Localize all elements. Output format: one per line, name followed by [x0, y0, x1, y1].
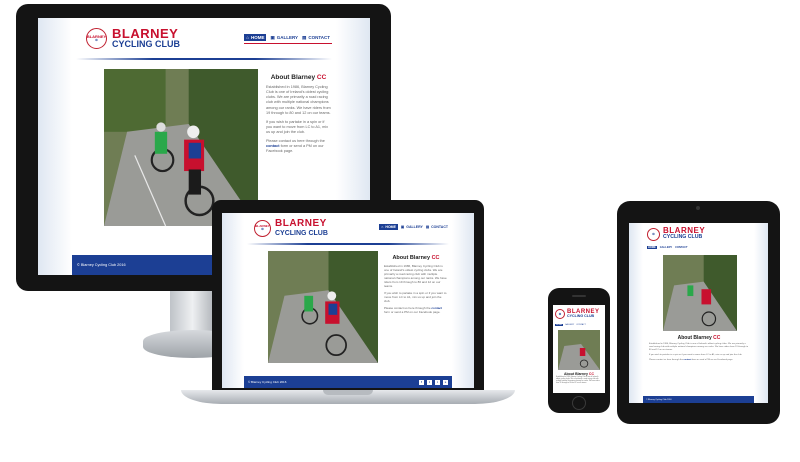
nav-contact[interactable]: ▤ CONTACT [426, 225, 448, 229]
strava-icon[interactable]: s [443, 379, 448, 385]
nav-home[interactable]: HOME [555, 324, 563, 326]
main-nav: ⌂ HOME ▣ GALLERY ▤ CONTACT [379, 224, 448, 230]
site-header: ⚙ BLARNEY CYCLING CLUB [643, 223, 754, 245]
footer-social: f t i s [419, 379, 448, 385]
phone-site-screen: ⚙ BLARNEY CYCLING CLUB HOME GALLERY CONT… [553, 305, 605, 393]
site-footer: © Blarney Cycling Club 2016 f t i s [244, 376, 452, 388]
footer-copyright: © Blarney Cycling Club 2016 [646, 398, 672, 401]
club-title-line2: CYCLING CLUB [567, 314, 595, 319]
club-title[interactable]: BLARNEY CYCLING CLUB [663, 227, 705, 241]
about-para-3: Please contact us here through the conta… [384, 306, 443, 315]
laptop-site-screen: BLARNEY ⚙ BLARNEY CYCLING CLUB ⌂ HOME ▣ … [222, 213, 474, 388]
laptop-notch [323, 390, 373, 395]
header-rule [247, 243, 449, 245]
about-para-1: Established in 1986, Blarney Cycling Clu… [266, 85, 331, 115]
club-title[interactable]: BLARNEY CYCLING CLUB [567, 309, 600, 319]
phone-speaker [572, 295, 586, 297]
club-logo[interactable]: BLARNEY ⚙ [86, 27, 107, 49]
about-section: About Blarney CC Established in 1986, Bl… [556, 372, 602, 386]
club-title[interactable]: BLARNEY CYCLING CLUB [275, 218, 328, 237]
main-nav: ⌂ HOME ▣ GALLERY ▤ CONTACT [244, 34, 330, 41]
header-rule [76, 58, 332, 60]
about-para-1: Established in 1986, Blarney Cycling Clu… [384, 264, 447, 289]
right-gutter [452, 213, 474, 388]
cyclists-photo [663, 255, 737, 331]
club-title[interactable]: BLARNEY CYCLING CLUB [112, 27, 180, 49]
about-para-3: Please contact us here through the conta… [266, 139, 325, 154]
site-header: BLARNEY ⚙ BLARNEY CYCLING CLUB ⌂ HOME ▣ … [72, 18, 336, 58]
about-para-2: If you wish to partake in a spin or if y… [384, 291, 447, 304]
nav-home[interactable]: HOME [647, 246, 657, 249]
club-logo[interactable]: ⚙ [647, 227, 660, 241]
tablet-camera [696, 206, 700, 210]
smartphone: ⚙ BLARNEY CYCLING CLUB HOME GALLERY CONT… [548, 288, 610, 413]
about-section: About Blarney CC Established in 1986, Bl… [266, 74, 331, 155]
club-title-line1: BLARNEY [275, 218, 327, 230]
site-header: BLARNEY ⚙ BLARNEY CYCLING CLUB ⌂ HOME ▣ … [244, 213, 452, 243]
main-nav: HOME GALLERY CONTACT [643, 245, 754, 250]
nav-gallery[interactable]: ▣ GALLERY [401, 225, 423, 229]
cyclists-photo-art [558, 330, 600, 370]
phone-home-button [572, 396, 586, 410]
nav-contact[interactable]: ▤ CONTACT [302, 35, 330, 41]
about-para-1: Established in 1986, Blarney Cycling Clu… [556, 377, 600, 385]
about-heading: About Blarney CC [677, 335, 721, 341]
nav-home[interactable]: ⌂ HOME [244, 34, 267, 41]
about-para-3: Please contact us here through the conta… [649, 358, 734, 361]
tablet-site-screen: ⚙ BLARNEY CYCLING CLUB HOME GALLERY CONT… [629, 223, 768, 403]
about-section: About Blarney CC Established in 1986, Bl… [384, 255, 448, 315]
club-logo[interactable]: ⚙ [555, 309, 565, 319]
about-para-1: Established in 1986, Blarney Cycling Clu… [649, 343, 749, 351]
footer-copyright: © Blarney Cycling Club 2016 [77, 263, 126, 267]
nav-contact[interactable]: CONTACT [675, 246, 688, 249]
about-heading: About Blarney CC [564, 372, 594, 376]
nav-gallery[interactable]: GALLERY [660, 246, 672, 249]
club-title-line2: CYCLING CLUB [275, 229, 328, 237]
instagram-icon[interactable]: i [435, 379, 440, 385]
left-gutter [38, 18, 72, 275]
about-section: About Blarney CC Established in 1986, Bl… [649, 335, 749, 362]
footer-copyright: © Blarney Cycling Club 2016 [248, 380, 287, 384]
left-gutter [629, 223, 643, 403]
right-gutter [754, 223, 768, 403]
facebook-icon[interactable]: f [419, 379, 424, 385]
left-gutter [222, 213, 244, 388]
cyclists-photo [268, 251, 378, 363]
twitter-icon[interactable]: t [427, 379, 432, 385]
club-logo[interactable]: BLARNEY ⚙ [254, 219, 271, 237]
about-para-2: If you wish to partake in a spin or if y… [649, 353, 743, 356]
cyclists-photo-art [268, 251, 378, 363]
nav-gallery[interactable]: ▣ GALLERY [270, 35, 298, 41]
nav-home[interactable]: ⌂ HOME [379, 224, 398, 230]
site-footer: © Blarney Cycling Club 2016 [643, 396, 754, 403]
monitor-stand-neck [170, 290, 215, 335]
about-para-2: If you wish to partake in a spin or if y… [266, 119, 329, 134]
cyclists-photo [558, 330, 600, 370]
site-header: ⚙ BLARNEY CYCLING CLUB [553, 305, 605, 323]
nav-gallery[interactable]: GALLERY [565, 324, 574, 326]
tablet: ⚙ BLARNEY CYCLING CLUB HOME GALLERY CONT… [617, 201, 780, 424]
nav-contact[interactable]: CONTACT [576, 324, 586, 326]
about-heading: About Blarney CC [392, 255, 440, 261]
contact-link[interactable]: contact [266, 144, 280, 148]
about-heading: About Blarney CC [270, 74, 327, 81]
club-title-line2: CYCLING CLUB [112, 39, 180, 50]
laptop: BLARNEY ⚙ BLARNEY CYCLING CLUB ⌂ HOME ▣ … [212, 200, 484, 390]
responsive-device-showcase: BLARNEY ⚙ BLARNEY CYCLING CLUB ⌂ HOME ▣ … [0, 0, 800, 462]
club-title-line1: BLARNEY [112, 25, 179, 41]
main-nav: HOME GALLERY CONTACT [553, 323, 605, 327]
cyclists-photo-art [663, 255, 737, 331]
club-title-line2: CYCLING CLUB [663, 234, 703, 241]
nav-underline [244, 43, 332, 44]
